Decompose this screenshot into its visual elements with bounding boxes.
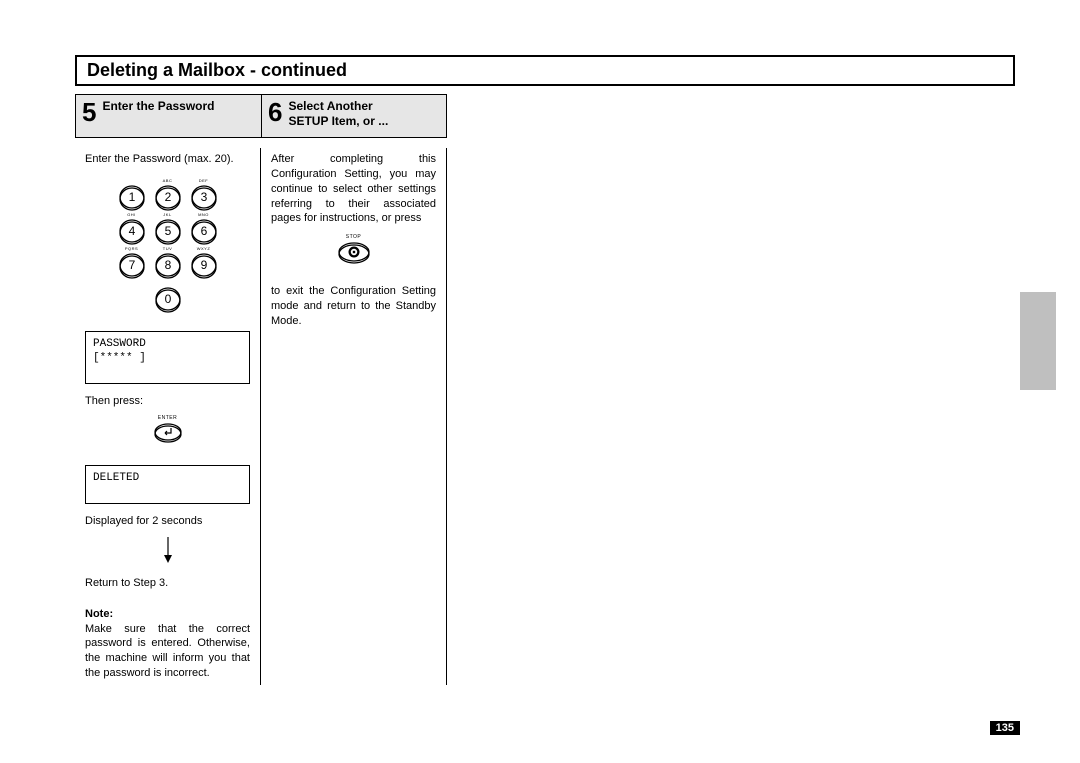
section-title: Deleting a Mailbox - continued xyxy=(75,55,1015,86)
stop-label: STOP xyxy=(271,234,436,241)
step-6-column: After completing this Configuration Sett… xyxy=(261,148,447,685)
note-body: Make sure that the correct password is e… xyxy=(85,622,250,681)
lcd-display-deleted: DELETED xyxy=(85,465,250,504)
page-number: 135 xyxy=(990,721,1020,735)
key-2: ABC 2 xyxy=(155,185,181,211)
steps-header: 5 Enter the Password 6 Select Another SE… xyxy=(75,94,1020,138)
svg-text:3: 3 xyxy=(200,190,207,204)
svg-text:6: 6 xyxy=(200,224,207,238)
manual-page: Deleting a Mailbox - continued 5 Enter t… xyxy=(0,0,1080,763)
key-1: 1 xyxy=(119,185,145,211)
content-columns: Enter the Password (max. 20). 1 ABC 2 DE… xyxy=(75,148,1020,685)
key-6-letters: MNO xyxy=(198,212,209,217)
step6-paragraph-1: After completing this Configuration Sett… xyxy=(271,152,436,226)
svg-text:5: 5 xyxy=(164,224,171,238)
enter-password-instruction: Enter the Password (max. 20). xyxy=(85,152,250,167)
then-press-text: Then press: xyxy=(85,394,250,409)
step-5-column: Enter the Password (max. 20). 1 ABC 2 DE… xyxy=(75,148,261,685)
displayed-for-text: Displayed for 2 seconds xyxy=(85,514,250,529)
stop-icon xyxy=(337,241,371,265)
key-4-letters: GHI xyxy=(127,212,136,217)
step-6-title: Select Another SETUP Item, or ... xyxy=(288,99,388,129)
step-5-number: 5 xyxy=(82,99,96,125)
key-5-letters: JKL xyxy=(163,212,171,217)
key-9-letters: WXYZ xyxy=(197,246,211,251)
key-0: 0 xyxy=(155,287,181,313)
key-8: TUV 8 xyxy=(155,253,181,279)
key-2-letters: ABC xyxy=(163,178,173,183)
svg-text:2: 2 xyxy=(164,190,171,204)
key-8-letters: TUV xyxy=(163,246,173,251)
key-4: GHI 4 xyxy=(119,219,145,245)
svg-text:4: 4 xyxy=(128,224,135,238)
lcd-line-1: PASSWORD xyxy=(93,337,242,351)
step-6-number: 6 xyxy=(268,99,282,125)
svg-text:0: 0 xyxy=(164,292,171,306)
key-7-letters: PQRS xyxy=(125,246,138,251)
step6-paragraph-2: to exit the Configuration Setting mode a… xyxy=(271,284,436,329)
return-step-text: Return to Step 3. xyxy=(85,576,250,591)
key-9: WXYZ 9 xyxy=(191,253,217,279)
svg-text:9: 9 xyxy=(200,258,207,272)
arrow-down-icon xyxy=(85,535,250,568)
lcd-deleted-line: DELETED xyxy=(93,471,242,485)
enter-label: ENTER xyxy=(85,415,250,422)
lcd-display-password: PASSWORD [***** ] xyxy=(85,331,250,385)
stop-button-graphic: STOP xyxy=(271,234,436,270)
enter-button-graphic: ENTER xyxy=(85,415,250,449)
svg-text:8: 8 xyxy=(164,258,171,272)
key-6: MNO 6 xyxy=(191,219,217,245)
key-7: PQRS 7 xyxy=(119,253,145,279)
keypad: 1 ABC 2 DEF 3 GHI 4 xyxy=(113,181,223,317)
enter-icon xyxy=(153,422,183,444)
step-5-header: 5 Enter the Password xyxy=(75,94,261,138)
key-3-letters: DEF xyxy=(199,178,209,183)
svg-text:1: 1 xyxy=(128,190,135,204)
side-tab xyxy=(1020,292,1056,390)
key-3: DEF 3 xyxy=(191,185,217,211)
step-5-title: Enter the Password xyxy=(102,99,214,114)
key-5: JKL 5 xyxy=(155,219,181,245)
step-6-header: 6 Select Another SETUP Item, or ... xyxy=(261,94,447,138)
lcd-line-2: [***** ] xyxy=(93,351,242,365)
note-heading: Note: xyxy=(85,607,250,622)
svg-text:7: 7 xyxy=(128,258,135,272)
